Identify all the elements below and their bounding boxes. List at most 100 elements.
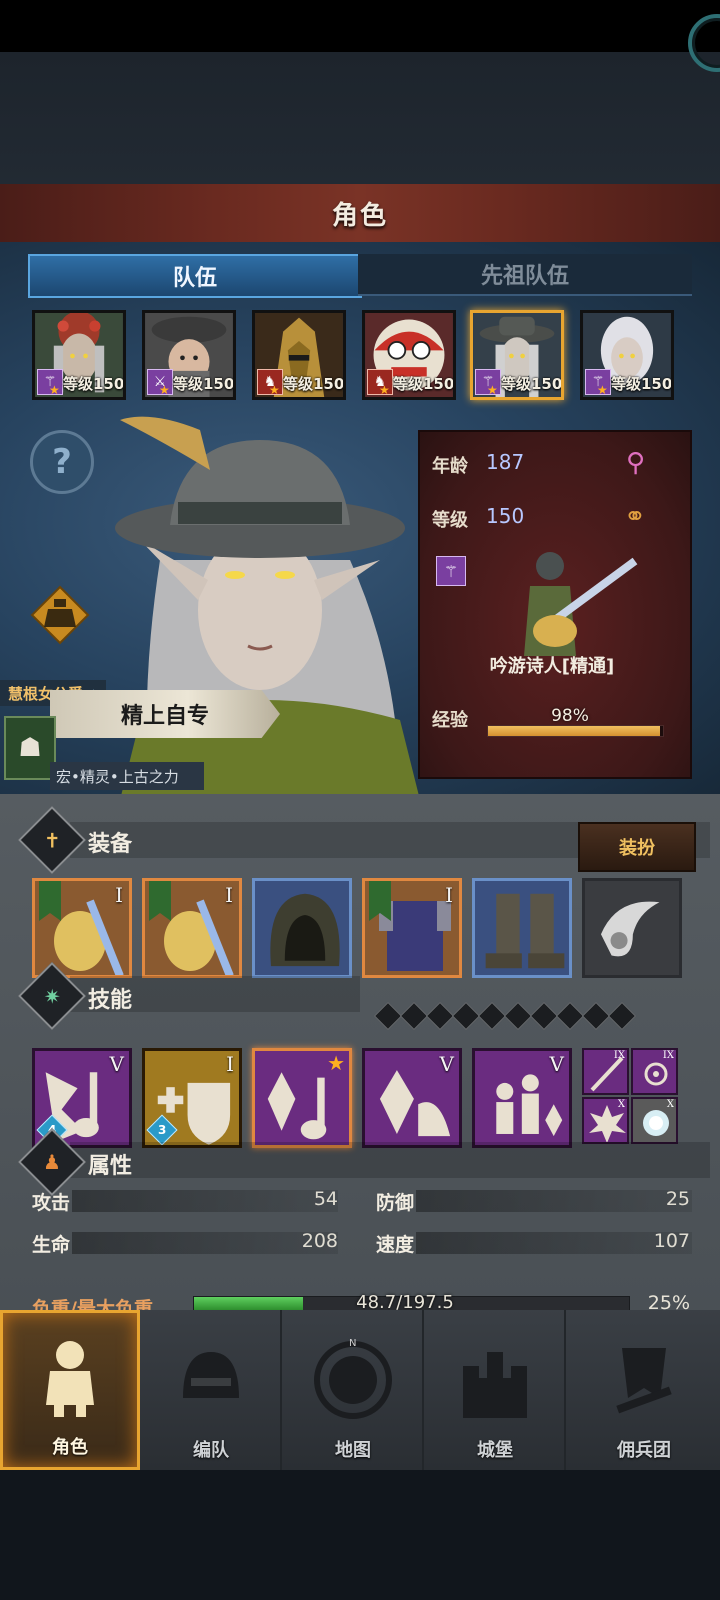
equip-tier: I [445, 883, 453, 907]
skill-point-diamond [529, 1001, 559, 1031]
tab-ancestor-team[interactable]: 先祖队伍 [358, 254, 692, 296]
castle-icon [463, 1352, 527, 1418]
bottom-area [0, 1470, 720, 1600]
nav-item-map[interactable]: N 地图 [284, 1310, 424, 1470]
skill-slot-5[interactable]: V [472, 1048, 572, 1148]
roster-slot-2[interactable]: ⚔ ★ 等级150 [142, 310, 236, 400]
helmet-icon [183, 1352, 239, 1398]
nav-label: 地图 [335, 1440, 371, 1461]
passive-tier: X [617, 1099, 625, 1110]
class-name: 吟游诗人[精通] [489, 656, 615, 677]
horn-icon [600, 901, 660, 957]
skill-point-diamond [451, 1001, 481, 1031]
nav-item-formation[interactable]: 编队 [142, 1310, 282, 1470]
passive-skill-3[interactable]: X [582, 1097, 629, 1144]
skill-point-diamond [555, 1001, 585, 1031]
star-icon: ★ [159, 383, 170, 397]
nav-item-mercenary[interactable]: 佣兵团 [568, 1310, 720, 1470]
rings-icon: ⚭ [624, 502, 646, 532]
svg-text:N: N [349, 1338, 356, 1349]
top-black-band [0, 0, 720, 52]
faction-banner-icon: ☗ [4, 716, 56, 780]
skill-tier: V [109, 1052, 124, 1076]
skill-slot-2[interactable]: I 3 [142, 1048, 242, 1148]
equipment-title: 装备 [88, 832, 133, 857]
age-label: 年龄 [432, 456, 468, 477]
hero-name: 精上自专 [120, 704, 209, 729]
star-icon: ★ [487, 383, 498, 397]
roster-slot-6[interactable]: ⚚ ★ 等级150 [580, 310, 674, 400]
roster-level: 等级150 [393, 375, 455, 393]
equip-slot-armor[interactable]: I [362, 878, 462, 978]
roster-slot-1[interactable]: ⚚ ★ 等级150 [32, 310, 126, 400]
defense-value: 25 [665, 1188, 690, 1210]
attributes-title: 属性 [88, 1154, 133, 1179]
skill-level: 3 [157, 1122, 167, 1137]
exp-label: 经验 [432, 710, 468, 731]
equip-tier: I [225, 883, 233, 907]
roster-slot-5-selected[interactable]: ⚚ ★ 等级150 [470, 310, 564, 400]
skill-tier: V [439, 1052, 454, 1076]
skill-point-diamond [477, 1001, 507, 1031]
roster-slot-3[interactable]: ♞ ★ 等级150 [252, 310, 346, 400]
star-icon: ★ [379, 383, 390, 397]
skill-tier: I [226, 1052, 234, 1076]
skill-slot-3[interactable]: ★ [252, 1048, 352, 1148]
attack-value: 54 [313, 1188, 338, 1210]
equip-slot-boots[interactable] [472, 878, 572, 978]
equip-slot-head[interactable] [252, 878, 352, 978]
tab-team[interactable]: 队伍 [28, 254, 362, 298]
passive-tier: IX [613, 1050, 625, 1061]
hp-label: 生命 [32, 1234, 71, 1256]
hood-icon [270, 893, 340, 967]
skill-point-diamond [607, 1001, 637, 1031]
passive-tier: IX [662, 1050, 674, 1061]
page-title: 角色 [331, 200, 388, 231]
equip-slot-accessory[interactable] [582, 878, 682, 978]
equip-slot-offhand[interactable]: I [142, 878, 242, 978]
exp-bar [487, 725, 664, 737]
equip-tier: I [115, 883, 123, 907]
speed-label: 速度 [376, 1234, 415, 1256]
skill-point-indicators [373, 1001, 637, 1031]
level-label: 等级 [432, 510, 468, 531]
top-area [0, 52, 720, 184]
skills-title: 技能 [88, 988, 133, 1013]
compass-map-icon: N [314, 1338, 392, 1419]
defense-label: 防御 [376, 1192, 415, 1214]
roster-level: 等级150 [611, 375, 673, 393]
equip-slot-weapon[interactable]: I [32, 878, 132, 978]
potion-button[interactable] [30, 585, 90, 645]
star-icon: ★ [49, 383, 60, 397]
nav-item-castle[interactable]: 城堡 [426, 1310, 566, 1470]
roster-level: 等级150 [173, 375, 235, 393]
page-title-banner: 角色 [0, 184, 720, 245]
passive-skill-4[interactable]: X [631, 1097, 678, 1144]
nav-label: 编队 [193, 1440, 229, 1461]
level-value: 150 [486, 504, 525, 528]
skill-point-diamond [373, 1001, 403, 1031]
hero-race-plate: 宏•精灵•上古之力 [50, 762, 204, 790]
knight-icon [46, 1341, 94, 1417]
skill-slot-4[interactable]: V [362, 1048, 462, 1148]
roster-level: 等级150 [283, 375, 345, 393]
roster-level: 等级150 [63, 375, 125, 393]
exp-percent: 98% [551, 706, 589, 726]
age-value: 187 [486, 450, 525, 474]
passive-skill-1[interactable]: IX [582, 1048, 629, 1095]
roster-slot-4[interactable]: ♞ ★ 等级150 [362, 310, 456, 400]
attributes-header-bar [70, 1142, 710, 1178]
boots-icon [485, 893, 565, 969]
skill-point-diamond [503, 1001, 533, 1031]
dress-up-button[interactable]: 装扮 [578, 822, 696, 872]
hero-portrait-large [115, 416, 420, 800]
skill-point-diamond [581, 1001, 611, 1031]
speed-value: 107 [653, 1230, 690, 1252]
help-button[interactable]: ? [30, 430, 94, 494]
nav-item-character[interactable]: 角色 [0, 1310, 140, 1470]
attack-label: 攻击 [32, 1192, 71, 1214]
roster-level: 等级150 [501, 375, 563, 393]
hero-name-plate: 精上自专 [50, 690, 280, 738]
question-icon: ? [52, 442, 72, 482]
passive-skill-2[interactable]: IX [631, 1048, 678, 1095]
